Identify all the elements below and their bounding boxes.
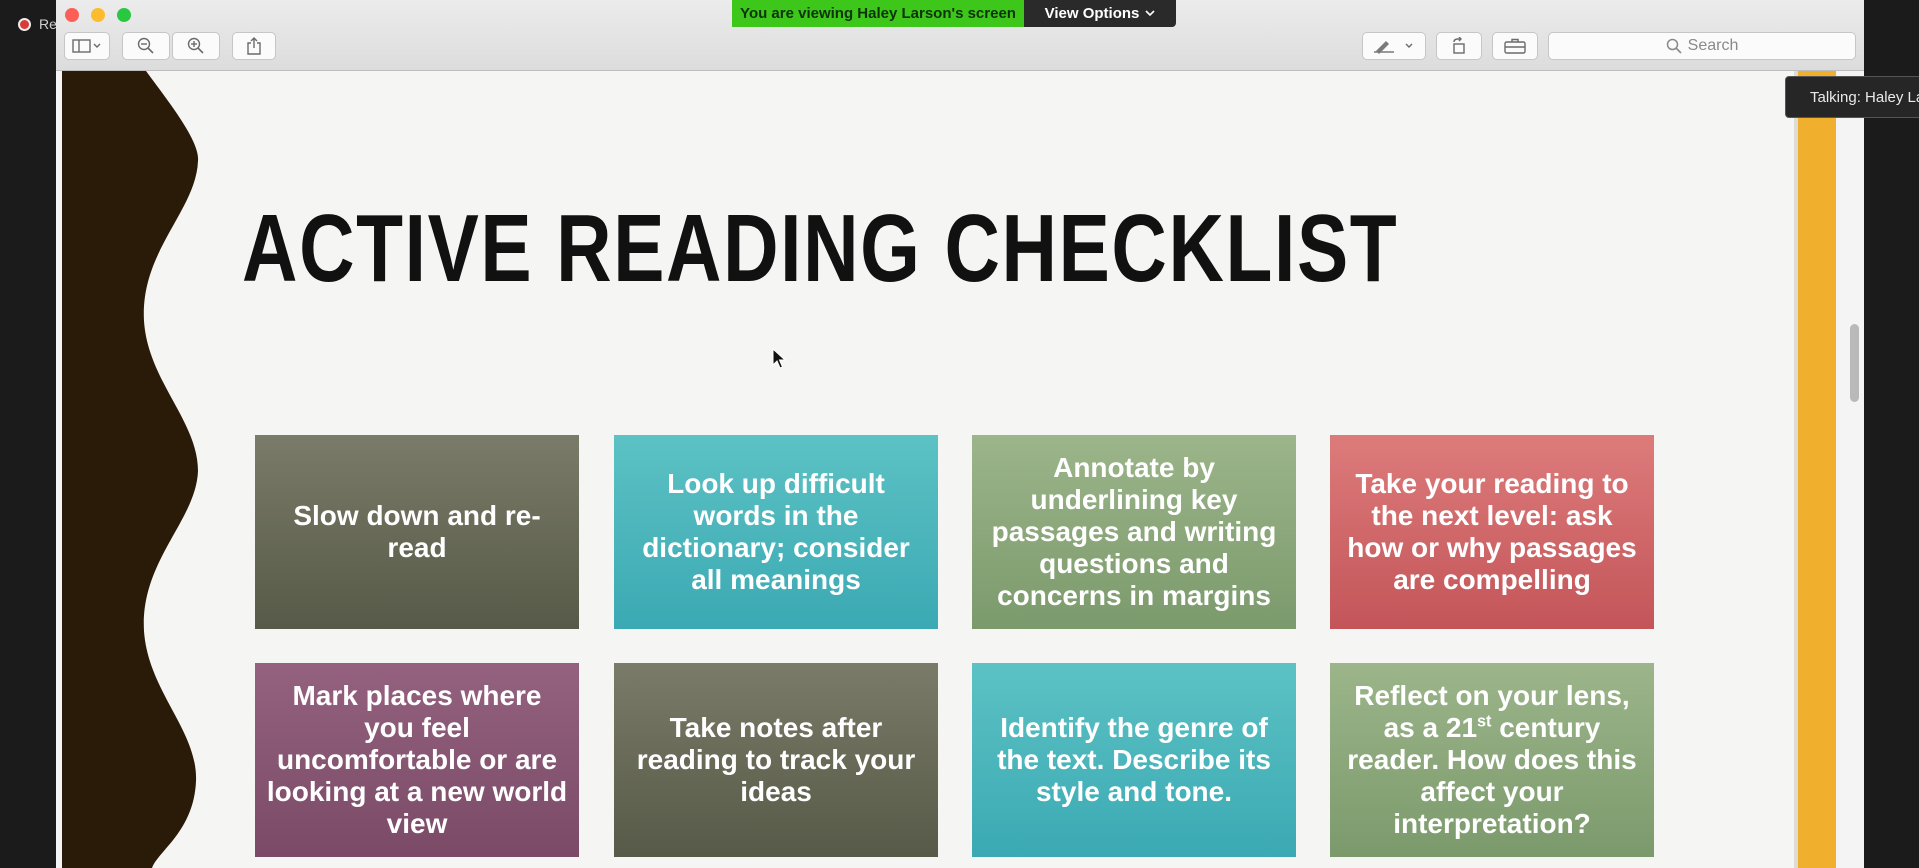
- share-icon: [247, 37, 261, 55]
- zoom-out-button[interactable]: [122, 32, 170, 60]
- minimize-window-button[interactable]: [91, 8, 105, 22]
- talking-indicator: Talking: Haley La: [1785, 76, 1919, 118]
- checklist-card: Reflect on your lens, as a 21st century …: [1330, 663, 1654, 857]
- checklist-card: Look up difficult words in the dictionar…: [614, 435, 938, 629]
- view-options-button[interactable]: View Options: [1024, 0, 1176, 27]
- checklist-card-text: Reflect on your lens, as a 21st century …: [1347, 679, 1637, 840]
- search-icon: [1666, 38, 1682, 54]
- markup-icon: [1374, 41, 1413, 54]
- left-screen-strip: [0, 0, 56, 868]
- page-title: ACTIVE READING CHECKLIST: [242, 195, 1399, 302]
- document-page: ACTIVE READING CHECKLIST Slow down and r…: [62, 71, 1796, 868]
- wavy-border-decoration: [62, 71, 199, 868]
- chevron-down-icon: [1145, 10, 1155, 17]
- scrollbar-thumb[interactable]: [1850, 324, 1859, 402]
- checklist-card: Slow down and re-read: [255, 435, 579, 629]
- share-button[interactable]: [232, 32, 276, 60]
- checklist-card: Identify the genre of the text. Describe…: [972, 663, 1296, 857]
- screen-share-banner: You are viewing Haley Larson's screen: [732, 0, 1024, 27]
- sidebar-toggle-button[interactable]: [64, 32, 110, 60]
- checklist-card: Mark places where you feel uncomfortable…: [255, 663, 579, 857]
- mouse-cursor-icon: [772, 348, 786, 369]
- preview-window: Search You are viewing Haley Larson's sc…: [56, 0, 1864, 868]
- right-screen-strip: [1864, 0, 1919, 868]
- record-icon: [18, 17, 31, 31]
- checklist-card: Take your reading to the next level: ask…: [1330, 435, 1654, 629]
- maximize-window-button[interactable]: [117, 8, 131, 22]
- zoom-in-button[interactable]: [172, 32, 220, 60]
- rotate-icon: [1453, 37, 1465, 54]
- close-window-button[interactable]: [65, 8, 79, 22]
- toolbox-icon: [1504, 38, 1526, 54]
- view-options-label: View Options: [1044, 5, 1140, 22]
- toolbox-button[interactable]: [1492, 32, 1538, 60]
- zoom-out-icon: [137, 37, 154, 54]
- accent-bar: [1798, 71, 1836, 868]
- search-placeholder: Search: [1687, 37, 1739, 54]
- search-input[interactable]: Search: [1548, 32, 1856, 60]
- sidebar-toggle-icon: [72, 39, 101, 53]
- rotate-button[interactable]: [1436, 32, 1482, 60]
- checklist-card: Annotate by underlining key passages and…: [972, 435, 1296, 629]
- markup-button[interactable]: [1362, 32, 1426, 60]
- checklist-card: Take notes after reading to track your i…: [614, 663, 938, 857]
- zoom-in-icon: [187, 37, 204, 54]
